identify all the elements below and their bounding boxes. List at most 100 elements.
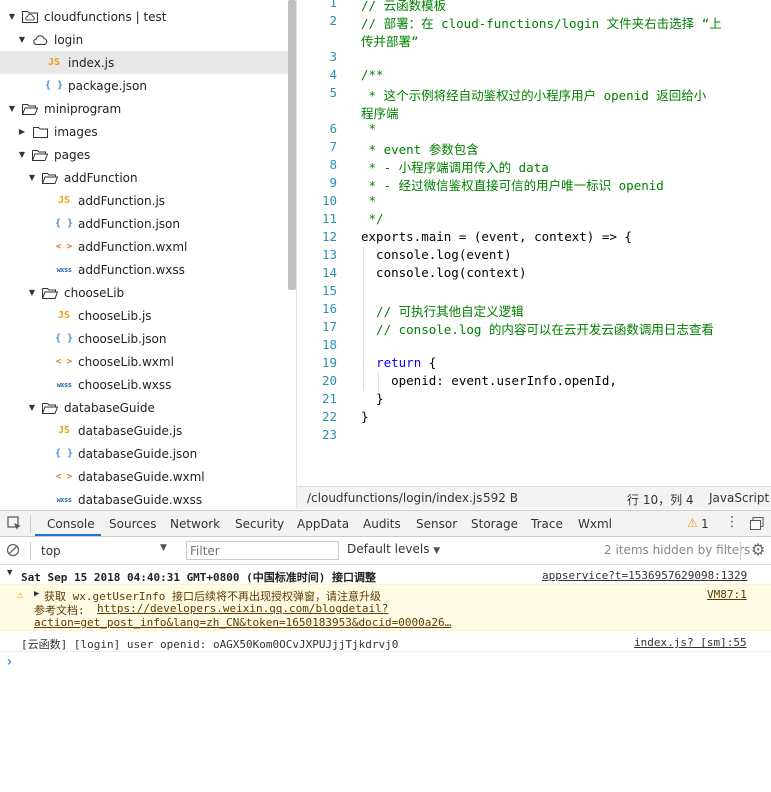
dock-side-icon[interactable] [750, 517, 764, 533]
file-explorer: ▼ cloudfunctions | test ▼ login JS index.js { … [0, 0, 297, 509]
file-tree-item[interactable]: { } chooseLib.json [0, 327, 288, 350]
status-language[interactable]: JavaScript [709, 491, 769, 505]
code-line[interactable]: * - 小程序端调用传入的 data [361, 157, 549, 176]
code-line[interactable]: */ [361, 211, 384, 226]
json-file-icon: { } [54, 333, 74, 344]
tab-storage[interactable]: Storage [471, 517, 518, 531]
code-line[interactable]: * - 经过微信鉴权直接可信的用户唯一标识 openid [361, 175, 664, 194]
file-tree-item[interactable]: < > chooseLib.wxml [0, 350, 288, 373]
status-file-path: /cloudfunctions/login/index.js [307, 491, 483, 505]
tab-security[interactable]: Security [235, 517, 284, 531]
docs-link-continued[interactable]: action=get_post_info&lang=zh_CN&token=16… [34, 616, 451, 629]
tab-network[interactable]: Network [170, 517, 220, 531]
caret-down-icon[interactable]: ▼ [26, 403, 38, 412]
code-line[interactable]: // 部署：在 cloud-functions/login 文件夹右击选择 “上 [361, 13, 722, 32]
warning-source-link[interactable]: VM87:1 [707, 588, 747, 601]
line-number: 20 [321, 373, 337, 388]
file-tree-item[interactable]: wxss chooseLib.wxss [0, 373, 288, 396]
console-prompt[interactable]: › [0, 653, 771, 673]
code-line[interactable]: } [361, 391, 384, 406]
console-group-header[interactable]: ▼ Sat Sep 15 2018 04:40:31 GMT+0800 (中国标… [0, 565, 771, 584]
code-line[interactable]: openid: event.userInfo.openId, [361, 373, 617, 388]
caret-down-icon[interactable]: ▼ [6, 12, 18, 21]
code-line-wrapped[interactable]: 程序端 [361, 103, 399, 122]
folder-icon [32, 125, 48, 139]
caret-down-icon[interactable]: ▼ [7, 568, 12, 578]
group-title: Sat Sep 15 2018 04:40:31 GMT+0800 (中国标准时… [21, 571, 377, 584]
code-line[interactable]: exports.main = (event, context) => { [361, 229, 632, 244]
tab-wxml[interactable]: Wxml [578, 517, 612, 531]
clear-console-icon[interactable] [6, 543, 20, 560]
tab-audits[interactable]: Audits [363, 517, 401, 531]
code-line[interactable]: * event 参数包含 [361, 139, 479, 158]
file-tree-item[interactable]: { } databaseGuide.json [0, 442, 288, 465]
tab-trace[interactable]: Trace [531, 517, 563, 531]
file-tree-label: login [54, 32, 84, 47]
inspect-element-icon[interactable] [7, 516, 22, 534]
console-filter-input[interactable] [186, 541, 339, 560]
caret-down-icon[interactable]: ▼ [6, 104, 18, 113]
sidebar-scrollbar[interactable] [288, 0, 296, 290]
file-tree-item[interactable]: ▼ addFunction [0, 166, 288, 189]
json-file-icon: { } [44, 80, 64, 91]
caret-down-icon[interactable]: ▼ [26, 288, 38, 297]
file-tree-item[interactable]: JS chooseLib.js [0, 304, 288, 327]
file-tree-item[interactable]: JS databaseGuide.js [0, 419, 288, 442]
file-tree-item[interactable]: ▼ miniprogram [0, 97, 288, 120]
js-file-icon: JS [57, 310, 71, 321]
file-tree-label: addFunction.wxss [78, 262, 185, 277]
code-line[interactable]: * 这个示例将经自动鉴权过的小程序用户 openid 返回给小 [361, 85, 707, 104]
wxml-file-icon: < > [55, 356, 73, 367]
log-levels-dropdown[interactable]: Default levels ▼ [347, 542, 440, 556]
caret-right-icon[interactable]: ▶ [34, 589, 39, 599]
caret-down-icon[interactable]: ▼ [16, 150, 28, 159]
file-tree-item[interactable]: JS index.js [0, 51, 288, 74]
status-cursor-position[interactable]: 行 10，列 4 [627, 491, 694, 508]
file-tree-item[interactable]: ▶ images [0, 120, 288, 143]
context-selector[interactable]: top ▼ [35, 541, 173, 561]
file-tree-item[interactable]: < > addFunction.wxml [0, 235, 288, 258]
file-tree-item[interactable]: < > databaseGuide.wxml [0, 465, 288, 488]
code-line[interactable]: console.log(context) [361, 265, 527, 280]
file-tree-item[interactable]: ▼ chooseLib [0, 281, 288, 304]
warning-icon[interactable]: ⚠ [687, 516, 698, 530]
file-tree-label: databaseGuide.wxml [78, 469, 205, 484]
code-editor[interactable]: 1 // 云函数模板 2 // 部署：在 cloud-functions/login … [297, 0, 771, 486]
file-tree-item[interactable]: JS addFunction.js [0, 189, 288, 212]
file-tree-item[interactable]: { } addFunction.json [0, 212, 288, 235]
code-line[interactable]: * [361, 121, 377, 136]
toolbar-divider [30, 515, 31, 533]
code-line[interactable]: /** [361, 67, 384, 82]
code-line-wrapped[interactable]: 传并部署” [361, 31, 419, 50]
code-line[interactable]: // console.log 的内容可以在云开发云函数调用日志查看 [361, 319, 714, 338]
group-source-link[interactable]: appservice?t=1536957629098:1329 [542, 569, 747, 582]
tab-appdata[interactable]: AppData [297, 517, 349, 531]
code-line[interactable]: // 可执行其他自定义逻辑 [361, 301, 524, 320]
tab-console[interactable]: Console [47, 517, 95, 531]
warning-count[interactable]: 1 [701, 517, 709, 531]
docs-link[interactable]: https://developers.weixin.qq.com/blogdet… [97, 602, 388, 615]
file-tree-item[interactable]: ▼ cloudfunctions | test [0, 5, 288, 28]
code-line[interactable]: console.log(event) [361, 247, 511, 262]
file-tree-label: addFunction.json [78, 216, 180, 231]
tab-sensor[interactable]: Sensor [416, 517, 457, 531]
file-tree-item[interactable]: wxss addFunction.wxss [0, 258, 288, 281]
code-line[interactable]: } [361, 409, 369, 424]
caret-down-icon[interactable]: ▼ [26, 173, 38, 182]
code-line[interactable]: // 云函数模板 [361, 0, 446, 14]
gear-icon[interactable]: ⚙ [751, 540, 765, 559]
tab-sources[interactable]: Sources [109, 517, 156, 531]
file-tree-item[interactable]: ▼ databaseGuide [0, 396, 288, 419]
code-line[interactable]: return { [361, 355, 436, 370]
caret-right-icon[interactable]: ▶ [16, 127, 28, 136]
code-line[interactable]: * [361, 193, 377, 208]
more-options-icon[interactable]: ⋮ [725, 514, 739, 530]
file-tree-item[interactable]: ▼ pages [0, 143, 288, 166]
chevron-down-icon: ▼ [433, 546, 441, 556]
file-tree-item[interactable]: { } package.json [0, 74, 288, 97]
file-tree-item[interactable]: ▼ login [0, 28, 288, 51]
caret-down-icon[interactable]: ▼ [16, 35, 28, 44]
file-tree-item[interactable]: wxss databaseGuide.wxss [0, 488, 288, 509]
wxml-file-icon: < > [55, 471, 73, 482]
log-source-link[interactable]: index.js? [sm]:55 [634, 636, 747, 649]
